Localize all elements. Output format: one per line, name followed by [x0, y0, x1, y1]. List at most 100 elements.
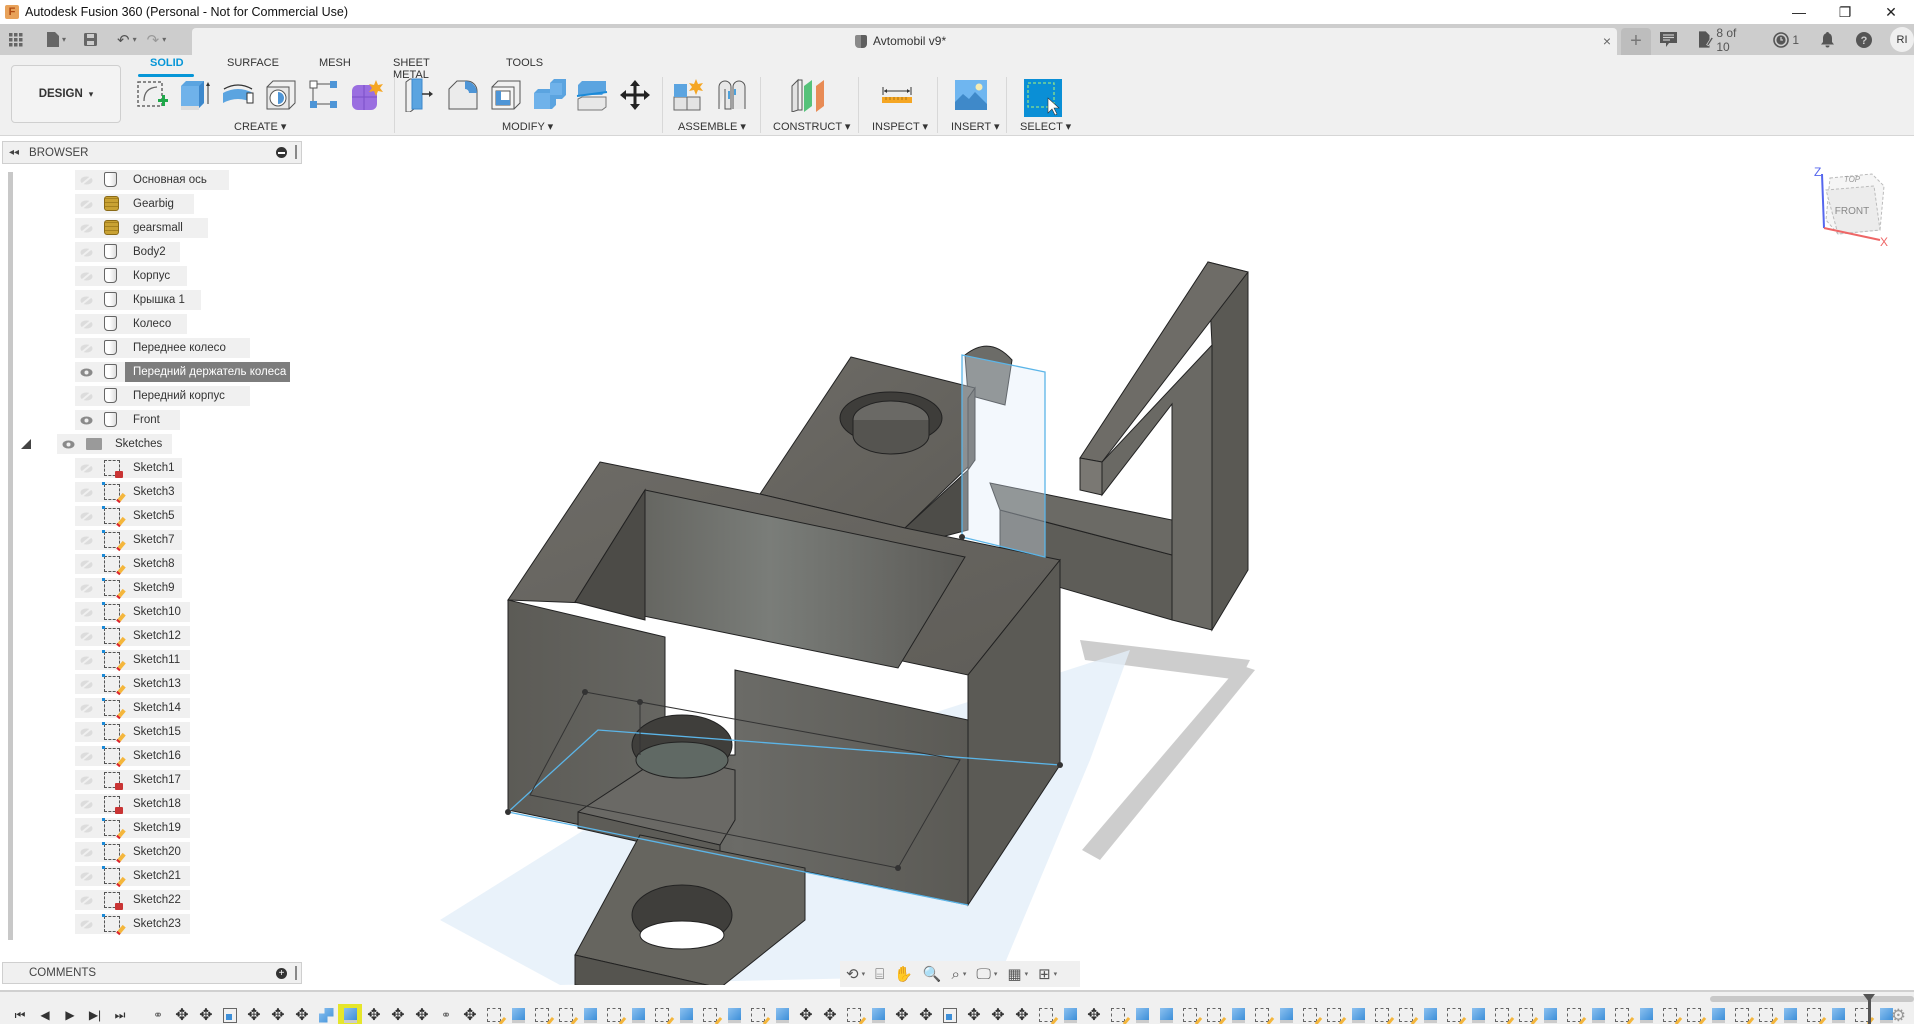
- look-at-button[interactable]: ⌸: [875, 966, 884, 983]
- timeline-feature-sketch[interactable]: [1514, 1004, 1538, 1024]
- timeline-feature-sketch[interactable]: [1730, 1004, 1754, 1024]
- close-tab-button[interactable]: ×: [1603, 33, 1611, 49]
- eye-hidden-icon[interactable]: [78, 314, 94, 334]
- select-menu[interactable]: SELECT ▾: [1020, 120, 1071, 133]
- timeline-feature-extrude[interactable]: [866, 1004, 890, 1024]
- tree-item-sketch[interactable]: Sketch1: [0, 458, 300, 478]
- tree-item-sketch[interactable]: Sketch17: [0, 770, 300, 790]
- tree-item-sketch[interactable]: Sketch9: [0, 578, 300, 600]
- timeline-feature-move[interactable]: ✥: [266, 1004, 290, 1024]
- timeline-feature-move[interactable]: ✥: [290, 1004, 314, 1024]
- timeline-feature-move[interactable]: ✥: [818, 1004, 842, 1024]
- timeline-feature-move[interactable]: ✥: [914, 1004, 938, 1024]
- workspace-switcher[interactable]: DESIGN ▾: [11, 65, 121, 123]
- tab-surface[interactable]: SURFACE: [227, 57, 279, 69]
- tree-item-sketch[interactable]: Sketch12: [0, 626, 300, 648]
- new-component-button[interactable]: [671, 77, 707, 113]
- eye-hidden-icon[interactable]: [78, 290, 94, 310]
- eye-hidden-icon[interactable]: [78, 338, 94, 358]
- timeline-feature-move[interactable]: ✥: [194, 1004, 218, 1024]
- timeline-feature-move[interactable]: ✥: [890, 1004, 914, 1024]
- timeline-feature-extrude[interactable]: [1418, 1004, 1442, 1024]
- viewports-button[interactable]: ⊞ ▾: [1038, 965, 1057, 983]
- notifications-button[interactable]: [1821, 31, 1835, 48]
- job-clock-button[interactable]: 1: [1773, 31, 1799, 48]
- fillet-button[interactable]: [445, 77, 481, 113]
- go-to-end-button[interactable]: ⏭: [108, 1006, 132, 1024]
- split-body-button[interactable]: [574, 77, 610, 113]
- model-3d-canvas[interactable]: [305, 137, 1914, 985]
- eye-hidden-icon[interactable]: [78, 458, 94, 478]
- timeline-feature-sketch[interactable]: [1394, 1004, 1418, 1024]
- help-button[interactable]: ?: [1856, 31, 1873, 48]
- timeline-feature-move[interactable]: ✥: [794, 1004, 818, 1024]
- grid-button[interactable]: ▦ ▾: [1007, 965, 1028, 983]
- tree-item-sketch[interactable]: Sketch10: [0, 602, 300, 624]
- timeline-feature-extrude[interactable]: [506, 1004, 530, 1024]
- tree-item-sketch[interactable]: Sketch5: [0, 506, 300, 528]
- timeline-feature-sketch[interactable]: [1682, 1004, 1706, 1024]
- timeline-settings-icon[interactable]: ⚙: [1891, 1006, 1906, 1024]
- eye-hidden-icon[interactable]: [78, 770, 94, 790]
- eye-hidden-icon[interactable]: [78, 626, 94, 646]
- timeline-feature-move[interactable]: ✥: [362, 1004, 386, 1024]
- eye-hidden-icon[interactable]: [78, 890, 94, 910]
- timeline-feature-extrude[interactable]: [674, 1004, 698, 1024]
- timeline-feature-sketch[interactable]: [842, 1004, 866, 1024]
- combine-button[interactable]: [531, 77, 567, 113]
- eye-hidden-icon[interactable]: [78, 698, 94, 718]
- timeline-feature-sketch[interactable]: [1802, 1004, 1826, 1024]
- eye-hidden-icon[interactable]: [78, 170, 94, 190]
- hole-button[interactable]: [263, 77, 299, 113]
- timeline-feature-extrude[interactable]: [1634, 1004, 1658, 1024]
- timeline-feature-sketch[interactable]: [1610, 1004, 1634, 1024]
- panel-resize-handle[interactable]: [295, 145, 297, 159]
- save-button[interactable]: [81, 28, 100, 52]
- tree-item-body[interactable]: Колесо: [0, 314, 300, 334]
- timeline-feature-joint[interactable]: ⚭: [146, 1004, 170, 1024]
- timeline-feature-extrude[interactable]: [1130, 1004, 1154, 1024]
- tree-item-sketch[interactable]: Sketch15: [0, 722, 300, 744]
- revolve-button[interactable]: [220, 77, 256, 113]
- timeline-feature-move[interactable]: ✥: [986, 1004, 1010, 1024]
- redo-button[interactable]: ↷ ▾: [144, 28, 170, 52]
- measure-button[interactable]: [879, 77, 915, 113]
- tree-item-sketch[interactable]: Sketch13: [0, 674, 300, 696]
- eye-hidden-icon[interactable]: [78, 506, 94, 526]
- timeline-feature-sketch[interactable]: [1322, 1004, 1346, 1024]
- timeline-feature-sketch[interactable]: [650, 1004, 674, 1024]
- tree-item-body[interactable]: Корпус: [0, 266, 300, 286]
- eye-icon[interactable]: [60, 434, 76, 454]
- create-sketch-button[interactable]: [134, 77, 170, 113]
- extrude-button[interactable]: [177, 77, 213, 113]
- timeline-feature-sketch[interactable]: [698, 1004, 722, 1024]
- tree-item-sketch[interactable]: Sketch19: [0, 818, 300, 840]
- assemble-menu[interactable]: ASSEMBLE ▾: [678, 120, 746, 133]
- zoom-button[interactable]: 🔍: [923, 965, 942, 983]
- undo-button[interactable]: ↶ ▾: [114, 28, 140, 52]
- tree-item-sketch[interactable]: Sketch16: [0, 746, 300, 768]
- tree-item-body[interactable]: Передний держатель колеса: [0, 362, 300, 382]
- eye-hidden-icon[interactable]: [78, 386, 94, 406]
- timeline-feature-extrude[interactable]: [722, 1004, 746, 1024]
- tree-item-body[interactable]: Основная ось: [0, 170, 300, 190]
- user-avatar[interactable]: RI: [1890, 27, 1914, 52]
- select-button[interactable]: [1024, 79, 1062, 117]
- canvas-viewport[interactable]: [305, 137, 1914, 985]
- timeline-feature-extrude[interactable]: [1154, 1004, 1178, 1024]
- tree-item-sketch[interactable]: Sketch3: [0, 482, 300, 504]
- joint-button[interactable]: [714, 77, 750, 113]
- timeline-feature-sketch[interactable]: [1754, 1004, 1778, 1024]
- eye-icon[interactable]: [78, 362, 94, 382]
- press-pull-button[interactable]: [402, 77, 438, 113]
- shell-button[interactable]: [488, 77, 524, 113]
- insert-canvas-button[interactable]: [953, 77, 989, 113]
- eye-hidden-icon[interactable]: [78, 842, 94, 862]
- timeline-feature-sketch[interactable]: [1202, 1004, 1226, 1024]
- fit-button[interactable]: ⌕ ▾: [951, 966, 966, 983]
- timeline-feature-sketch[interactable]: [1250, 1004, 1274, 1024]
- timeline-feature-sketch[interactable]: [1298, 1004, 1322, 1024]
- offset-plane-button[interactable]: [790, 77, 826, 113]
- timeline-feature-extrude[interactable]: [1778, 1004, 1802, 1024]
- minimize-button[interactable]: —: [1776, 0, 1822, 24]
